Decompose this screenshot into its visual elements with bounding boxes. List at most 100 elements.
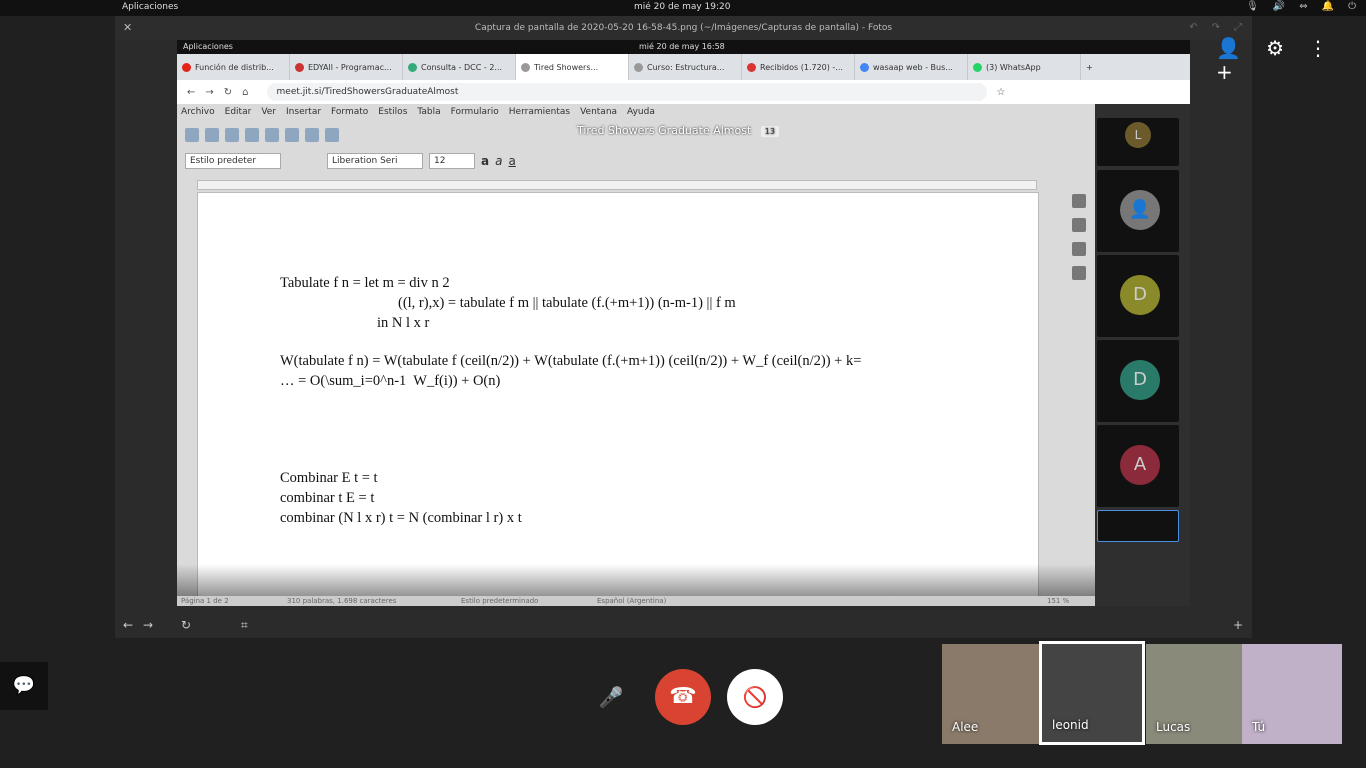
close-icon[interactable]: ✕ xyxy=(123,16,132,40)
system-top-bar: Aplicaciones mié 20 de may 19:20 🎙 🔊 ⇔ 🔔… xyxy=(0,0,1366,16)
avatar: D xyxy=(1120,275,1160,315)
volume-icon[interactable]: 🔊 xyxy=(1273,1,1285,12)
browser-tab[interactable]: Función de distrib... xyxy=(177,54,290,80)
doc-line: combinar t E = t xyxy=(280,490,375,506)
camera-off-icon[interactable]: 🚫 xyxy=(727,669,783,725)
gear-icon[interactable]: ⚙ xyxy=(1266,36,1284,68)
properties-icon[interactable] xyxy=(1072,194,1086,208)
toolbar-icon[interactable] xyxy=(285,128,299,142)
zoom-in-icon[interactable]: + xyxy=(1233,618,1243,632)
gmail-icon xyxy=(747,62,756,72)
participant-tile[interactable]: 👤 xyxy=(1097,170,1179,252)
italic-icon[interactable]: a xyxy=(495,154,502,168)
bold-icon[interactable]: a xyxy=(481,154,489,168)
reload-icon[interactable]: ↻ xyxy=(224,87,232,98)
underline-icon[interactable]: a xyxy=(508,154,515,168)
self-thumbnail[interactable]: Tú xyxy=(1242,644,1342,744)
power-icon[interactable]: ⏻ xyxy=(1348,1,1356,12)
toolbar-icon[interactable] xyxy=(205,128,219,142)
menu-item[interactable]: Herramientas xyxy=(509,107,570,121)
browser-tab[interactable]: Consulta - DCC - 2... xyxy=(403,54,516,80)
participant-tile[interactable]: D xyxy=(1097,255,1179,337)
toolbar-icon[interactable] xyxy=(305,128,319,142)
next-icon[interactable]: → xyxy=(143,618,153,632)
menu-item[interactable]: Ver xyxy=(261,107,276,121)
more-vertical-icon[interactable]: ⋮ xyxy=(1308,36,1328,68)
status-page: Página 1 de 2 xyxy=(181,597,229,605)
toolbar-icon[interactable] xyxy=(185,128,199,142)
font-size-select[interactable]: 12 xyxy=(429,153,475,169)
styles-icon[interactable] xyxy=(1072,218,1086,232)
toolbar-icon[interactable] xyxy=(245,128,259,142)
menu-item[interactable]: Tabla xyxy=(417,107,440,121)
browser-tab[interactable]: EDYAll - Programac... xyxy=(290,54,403,80)
participant-thumbnail-active[interactable]: leonid xyxy=(1039,641,1145,745)
doc-line: combinar (N l x r) t = N (combinar l r) … xyxy=(280,510,522,526)
status-language: Español (Argentina) xyxy=(597,597,667,605)
course-icon xyxy=(634,62,643,72)
browser-tab[interactable]: Curso: Estructura... xyxy=(629,54,742,80)
menu-item[interactable]: Ayuda xyxy=(627,107,655,121)
self-tile[interactable] xyxy=(1097,510,1179,542)
navigator-icon[interactable] xyxy=(1072,266,1086,280)
toolbar-icon[interactable] xyxy=(225,128,239,142)
participant-tile[interactable]: A xyxy=(1097,425,1179,507)
participant-count[interactable]: 13 xyxy=(760,126,779,137)
jitsi-icon xyxy=(521,62,530,72)
menu-item[interactable]: Editar xyxy=(225,107,252,121)
menu-item[interactable]: Archivo xyxy=(181,107,215,121)
status-words: 310 palabras, 1.698 caracteres xyxy=(287,597,397,605)
browser-tab[interactable]: (3) WhatsApp xyxy=(968,54,1081,80)
home-icon[interactable]: ⌂ xyxy=(242,87,248,98)
star-icon[interactable]: ☆ xyxy=(997,87,1006,98)
undo-icon[interactable]: ↶ xyxy=(1189,16,1197,40)
meeting-title: Tired Showers Graduate Almost 13 xyxy=(577,124,779,137)
gallery-icon[interactable] xyxy=(1072,242,1086,256)
browser-tabs: Función de distrib... EDYAll - Programac… xyxy=(177,54,1190,80)
previous-icon[interactable]: ← xyxy=(123,618,133,632)
menu-item[interactable]: Ventana xyxy=(580,107,617,121)
new-tab-button[interactable]: + xyxy=(1081,54,1111,80)
notification-icon[interactable]: 🔔 xyxy=(1322,1,1334,12)
lo-menubar: Archivo Editar Ver Insertar Formato Esti… xyxy=(177,107,655,121)
paragraph-style-select[interactable]: Estilo predeter xyxy=(185,153,281,169)
system-tray[interactable]: 🎙 🔊 ⇔ 🔔 ⏻ xyxy=(1246,1,1356,12)
browser-tab[interactable]: Recibidos (1.720) -... xyxy=(742,54,855,80)
participant-tile[interactable]: D xyxy=(1097,340,1179,422)
document-page[interactable]: Tabulate f n = let m = div n 2 ((l, r),x… xyxy=(197,192,1039,606)
menu-item[interactable]: Formato xyxy=(331,107,368,121)
crop-icon[interactable]: ⌗ xyxy=(241,618,248,633)
forward-icon[interactable]: → xyxy=(205,87,213,98)
rotate-icon[interactable]: ↻ xyxy=(181,618,191,632)
menu-item[interactable]: Formulario xyxy=(451,107,499,121)
chat-icon[interactable]: 💬 xyxy=(0,662,48,710)
network-icon[interactable]: ⇔ xyxy=(1299,1,1307,12)
toolbar-icon[interactable] xyxy=(325,128,339,142)
doc-line: … = O(\sum_i=0^n-1 W_f(i)) + O(n) xyxy=(280,373,501,389)
doc-line: Combinar E t = t xyxy=(280,470,378,486)
add-person-icon[interactable]: 👤+ xyxy=(1216,36,1242,84)
browser-tab-active[interactable]: Tired Showers... xyxy=(516,54,629,80)
apps-menu[interactable]: Aplicaciones xyxy=(122,2,178,12)
browser-tab[interactable]: wasaap web - Bus... xyxy=(855,54,968,80)
menu-item[interactable]: Insertar xyxy=(286,107,321,121)
address-bar: ← → ↻ ⌂ meet.jit.si/TiredShowersGraduate… xyxy=(177,80,1190,104)
microphone-icon[interactable]: 🎙 xyxy=(1246,1,1259,12)
hangup-icon[interactable]: ☎ xyxy=(655,669,711,725)
lo-sidebar xyxy=(1067,194,1091,354)
font-name-select[interactable]: Liberation Seri xyxy=(327,153,423,169)
microphone-icon[interactable]: 🎤 xyxy=(596,682,626,712)
toolbar-icon[interactable] xyxy=(265,128,279,142)
participant-thumbnail[interactable]: Alee xyxy=(942,644,1042,744)
url-input[interactable]: meet.jit.si/TiredShowersGraduateAlmost xyxy=(266,83,987,101)
back-icon[interactable]: ← xyxy=(187,87,195,98)
menu-item[interactable]: Estilos xyxy=(378,107,407,121)
participant-tile[interactable]: L xyxy=(1097,118,1179,166)
participant-thumbnail[interactable]: Lucas xyxy=(1146,644,1246,744)
youtube-icon xyxy=(182,62,191,72)
doc-line: W(tabulate f n) = W(tabulate f (ceil(n/2… xyxy=(280,353,862,369)
lo-statusbar: Página 1 de 2 310 palabras, 1.698 caract… xyxy=(177,596,1095,606)
ruler xyxy=(197,180,1037,190)
system-clock[interactable]: mié 20 de may 19:20 xyxy=(634,2,731,12)
meet-top-actions: 👤+ ⚙ ⋮ xyxy=(1216,36,1366,84)
